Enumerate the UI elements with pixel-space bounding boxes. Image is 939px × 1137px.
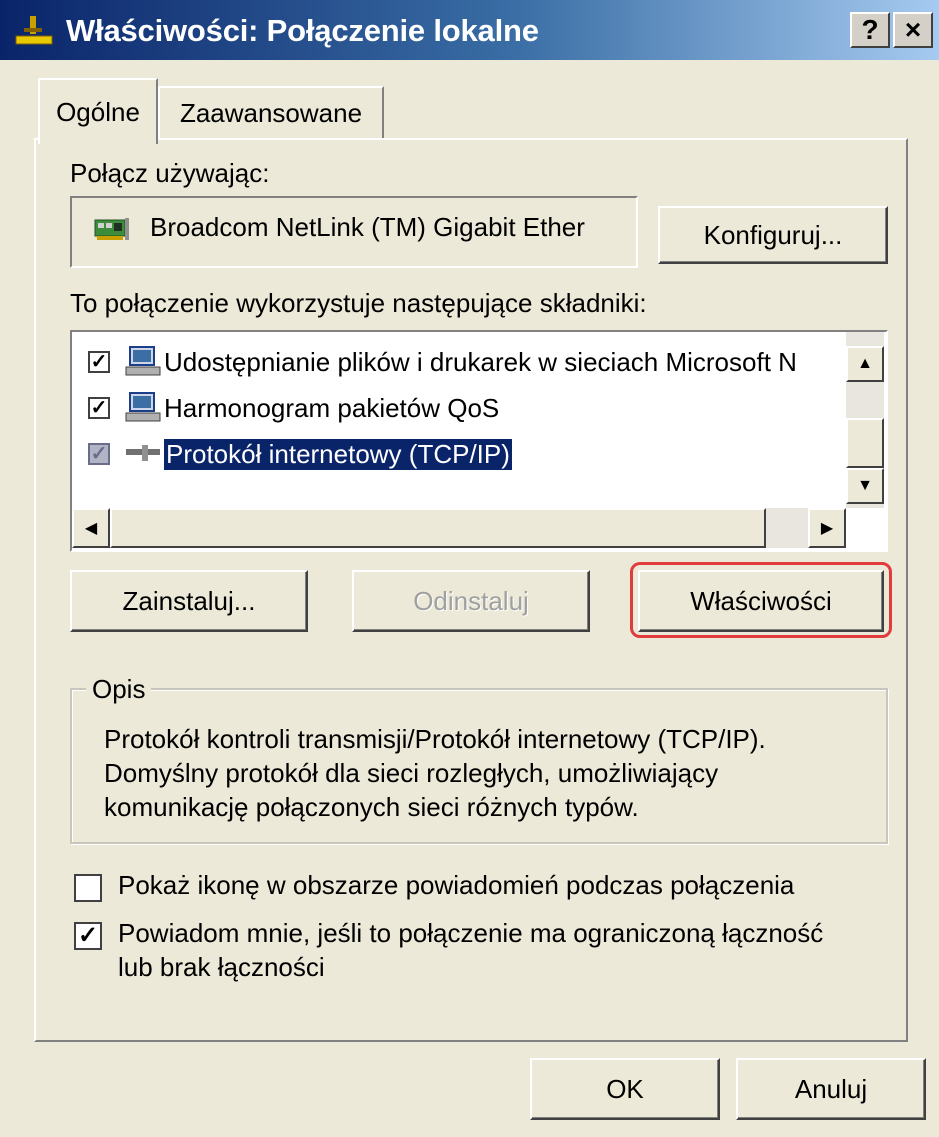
list-item-label: Protokół internetowy (TCP/IP)	[163, 437, 513, 471]
scroll-down-button[interactable]: ▼	[846, 468, 884, 504]
network-service-icon	[125, 346, 161, 376]
list-item-label: Harmonogram pakietów QoS	[164, 392, 500, 423]
uninstall-button[interactable]: Odinstaluj	[352, 570, 590, 632]
properties-highlight-outline	[630, 562, 892, 638]
checkbox-file-sharing[interactable]: ✓	[88, 351, 110, 373]
horizontal-scroll-thumb[interactable]	[110, 508, 766, 548]
list-item[interactable]: ✓ Harmonogram pakietów QoS	[88, 386, 499, 430]
triangle-left-icon: ◀	[84, 520, 98, 537]
vertical-scroll-thumb[interactable]	[846, 418, 884, 468]
description-line: Protokół kontroli transmisji/Protokół in…	[104, 724, 766, 754]
notify-label[interactable]: Powiadom mnie, jeśli to połączenie ma og…	[118, 918, 823, 949]
show-icon-checkbox[interactable]	[74, 874, 102, 902]
network-card-icon	[94, 218, 129, 240]
checkbox-qos[interactable]: ✓	[88, 397, 110, 419]
uninstall-button-label: Odinstaluj	[413, 585, 529, 616]
scroll-right-button[interactable]: ▶	[808, 508, 846, 548]
scroll-left-button[interactable]: ◀	[72, 508, 110, 548]
description-line: komunikację połączonych sieci różnych ty…	[104, 792, 639, 822]
list-item-selected[interactable]: ✓ Protokół internetowy (TCP/IP)	[88, 432, 513, 476]
description-line: Domyślny protokół dla sieci rozległych, …	[104, 758, 719, 788]
show-icon-label[interactable]: Pokaż ikonę w obszarze powiadomień podcz…	[118, 870, 794, 901]
install-button-label: Zainstaluj...	[122, 585, 256, 616]
configure-button-label: Konfiguruj...	[703, 219, 843, 250]
install-button[interactable]: Zainstaluj...	[70, 570, 308, 632]
triangle-right-icon: ▶	[820, 520, 834, 537]
adapter-name: Broadcom NetLink (TM) Gigabit Ether	[150, 212, 585, 242]
notify-label-continued[interactable]: lub brak łączności	[118, 952, 325, 983]
components-label: To połączenie wykorzystuje następujące s…	[70, 288, 647, 318]
notify-checkbox[interactable]: ✓	[74, 922, 102, 950]
triangle-up-icon: ▲	[857, 355, 873, 372]
connect-using-label: Połącz używając:	[70, 158, 270, 188]
network-service-icon	[125, 392, 161, 422]
list-item-label: Udostępnianie plików i drukarek w siecia…	[164, 346, 797, 377]
configure-button[interactable]: Konfiguruj...	[658, 206, 888, 264]
checkbox-tcpip[interactable]: ✓	[88, 443, 110, 465]
scroll-up-button[interactable]: ▲	[846, 346, 884, 382]
description-title: Opis	[86, 674, 152, 705]
triangle-down-icon: ▼	[857, 477, 873, 494]
list-item[interactable]: ✓ Udostępnianie plików i drukarek w siec…	[88, 340, 797, 384]
protocol-icon	[126, 445, 160, 461]
